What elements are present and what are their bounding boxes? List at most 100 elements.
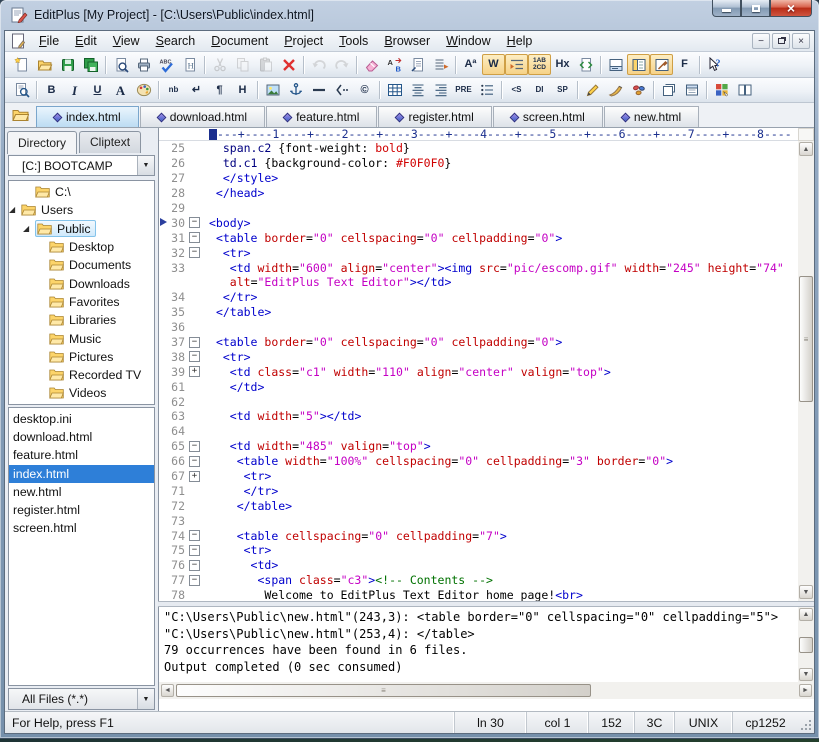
code-line[interactable]: 73 bbox=[159, 513, 798, 528]
code-line[interactable]: 28 </head> bbox=[159, 186, 798, 201]
table-button[interactable] bbox=[383, 80, 406, 101]
code-line[interactable]: 76− <td> bbox=[159, 558, 798, 573]
open-file-button[interactable] bbox=[33, 54, 56, 75]
fold-expand-icon[interactable]: + bbox=[189, 471, 200, 482]
minimize-button[interactable] bbox=[712, 0, 741, 17]
split-window-button[interactable] bbox=[733, 80, 756, 101]
line-numbers-button[interactable]: 1AB 2CD bbox=[528, 54, 551, 75]
tree-item-favorites[interactable]: Favorites bbox=[9, 293, 154, 311]
delete-button[interactable] bbox=[277, 54, 300, 75]
bold-button[interactable]: B bbox=[40, 80, 63, 101]
tree-item-videos[interactable]: Videos bbox=[9, 384, 154, 402]
tab-download.html[interactable]: download.html bbox=[140, 106, 265, 127]
find-in-files-button[interactable] bbox=[406, 54, 429, 75]
scroll-down-arrow[interactable]: ▼ bbox=[799, 668, 813, 681]
save-all-button[interactable] bbox=[79, 54, 102, 75]
code-line[interactable]: 62 bbox=[159, 394, 798, 409]
font-button[interactable]: Aª bbox=[459, 54, 482, 75]
code-line[interactable]: 39+ <td class="c1" width="110" align="ce… bbox=[159, 364, 798, 379]
tree-item-libraries[interactable]: Libraries bbox=[9, 311, 154, 329]
horizontal-scroll-thumb[interactable]: ≡ bbox=[176, 684, 591, 697]
italic-button[interactable]: I bbox=[63, 80, 86, 101]
windows-colors-button[interactable] bbox=[710, 80, 733, 101]
paragraph-button[interactable]: ¶ bbox=[208, 80, 231, 101]
menu-project[interactable]: Project bbox=[276, 32, 331, 51]
file-item-new.html[interactable]: new.html bbox=[9, 483, 154, 501]
text-color-button[interactable] bbox=[132, 80, 155, 101]
code-line[interactable]: 34 </tr> bbox=[159, 290, 798, 305]
tree-item-downloads[interactable]: Downloads bbox=[9, 274, 154, 292]
vertical-scroll-thumb[interactable]: ≡ bbox=[799, 276, 813, 402]
anchor-button[interactable] bbox=[284, 80, 307, 101]
code-line[interactable]: 38− <tr> bbox=[159, 349, 798, 364]
code-line[interactable]: 74− <table cellspacing="0" cellpadding="… bbox=[159, 528, 798, 543]
paste-button[interactable] bbox=[254, 54, 277, 75]
goto-line-button[interactable] bbox=[429, 54, 452, 75]
auto-indent-button[interactable] bbox=[505, 54, 528, 75]
scroll-left-arrow[interactable]: ◄ bbox=[161, 684, 174, 697]
editor-vertical-scrollbar[interactable]: ▲ ≡ ▼ bbox=[798, 128, 814, 601]
fold-collapse-icon[interactable]: − bbox=[189, 337, 200, 348]
output-vertical-scrollbar[interactable]: ▲ ▼ bbox=[798, 607, 814, 682]
code-line[interactable]: 32− <tr> bbox=[159, 245, 798, 260]
menu-document[interactable]: Document bbox=[203, 32, 276, 51]
code-line[interactable]: 27 </style> bbox=[159, 171, 798, 186]
word-wrap-button[interactable]: W bbox=[482, 54, 505, 75]
fold-collapse-icon[interactable]: − bbox=[189, 232, 200, 243]
heading-button[interactable]: H bbox=[231, 80, 254, 101]
code-line[interactable]: 72 </table> bbox=[159, 498, 798, 513]
code-line[interactable]: 64 bbox=[159, 424, 798, 439]
window-list-button[interactable] bbox=[680, 80, 703, 101]
file-filter-select[interactable]: All Files (*.*) ▼ bbox=[8, 688, 155, 710]
file-item-feature.html[interactable]: feature.html bbox=[9, 446, 154, 464]
undo-button[interactable] bbox=[307, 54, 330, 75]
menu-search[interactable]: Search bbox=[148, 32, 204, 51]
fold-collapse-icon[interactable]: − bbox=[189, 456, 200, 467]
fold-expand-icon[interactable]: + bbox=[189, 366, 200, 377]
code-line[interactable]: 71 </tr> bbox=[159, 483, 798, 498]
code-line[interactable]: 77− <span class="c3"><!-- Contents --> bbox=[159, 573, 798, 588]
fold-collapse-icon[interactable]: − bbox=[189, 351, 200, 362]
copy-button[interactable] bbox=[231, 54, 254, 75]
output-line[interactable]: "C:\Users\Public\new.html"(243,3): <tabl… bbox=[164, 609, 798, 626]
menu-view[interactable]: View bbox=[105, 32, 148, 51]
expander-icon[interactable]: ◢ bbox=[9, 205, 15, 214]
find-button[interactable] bbox=[360, 54, 383, 75]
tree-item-recorded-tv[interactable]: Recorded TV bbox=[9, 366, 154, 384]
code-area[interactable]: 25 span.c2 {font-weight: bold}26 td.c1 {… bbox=[159, 141, 798, 601]
code-line[interactable]: alt="EditPlus Text Editor"></td> bbox=[159, 275, 798, 290]
tree-item-c-[interactable]: C:\ bbox=[9, 183, 154, 201]
scroll-right-arrow[interactable]: ► bbox=[799, 684, 812, 697]
drive-select[interactable]: [C:] BOOTCAMP ▼ bbox=[8, 155, 155, 176]
menu-tools[interactable]: Tools bbox=[331, 32, 376, 51]
nbsp-button[interactable]: nb bbox=[162, 80, 185, 101]
menu-edit[interactable]: Edit bbox=[67, 32, 105, 51]
underline-button[interactable]: U bbox=[86, 80, 109, 101]
code-line[interactable]: 63 <td width="5"></td> bbox=[159, 409, 798, 424]
scroll-up-arrow[interactable]: ▲ bbox=[799, 142, 813, 156]
functions-button[interactable]: F bbox=[673, 54, 696, 75]
fold-collapse-icon[interactable]: − bbox=[189, 247, 200, 258]
horizontal-rule-button[interactable] bbox=[307, 80, 330, 101]
vertical-scroll-thumb[interactable] bbox=[799, 637, 813, 653]
mdi-minimize-button[interactable]: − bbox=[752, 33, 770, 49]
code-line[interactable]: 66− <table width="100%" cellspacing="0" … bbox=[159, 454, 798, 469]
tree-item-users[interactable]: ◢Users bbox=[9, 201, 154, 219]
close-button[interactable]: × bbox=[770, 0, 812, 17]
tab-feature.html[interactable]: feature.html bbox=[266, 106, 377, 127]
fold-collapse-icon[interactable]: − bbox=[189, 560, 200, 571]
align-center-button[interactable] bbox=[406, 80, 429, 101]
print-preview-button[interactable] bbox=[109, 54, 132, 75]
output-horizontal-scrollbar[interactable]: ◄ ≡ ► bbox=[158, 682, 814, 699]
code-line[interactable]: 29 bbox=[159, 201, 798, 216]
tab-index.html[interactable]: index.html bbox=[36, 106, 139, 127]
fold-collapse-icon[interactable]: − bbox=[189, 530, 200, 541]
user-tools-button[interactable] bbox=[627, 80, 650, 101]
span-button[interactable]: SP bbox=[551, 80, 574, 101]
document-template-button[interactable] bbox=[574, 54, 597, 75]
cut-button[interactable] bbox=[208, 54, 231, 75]
scroll-up-arrow[interactable]: ▲ bbox=[799, 608, 813, 621]
output-text[interactable]: "C:\Users\Public\new.html"(243,3): <tabl… bbox=[159, 607, 798, 682]
code-line[interactable]: 26 td.c1 {background-color: #F0F0F0} bbox=[159, 156, 798, 171]
spell-check-button[interactable]: ABC bbox=[155, 54, 178, 75]
